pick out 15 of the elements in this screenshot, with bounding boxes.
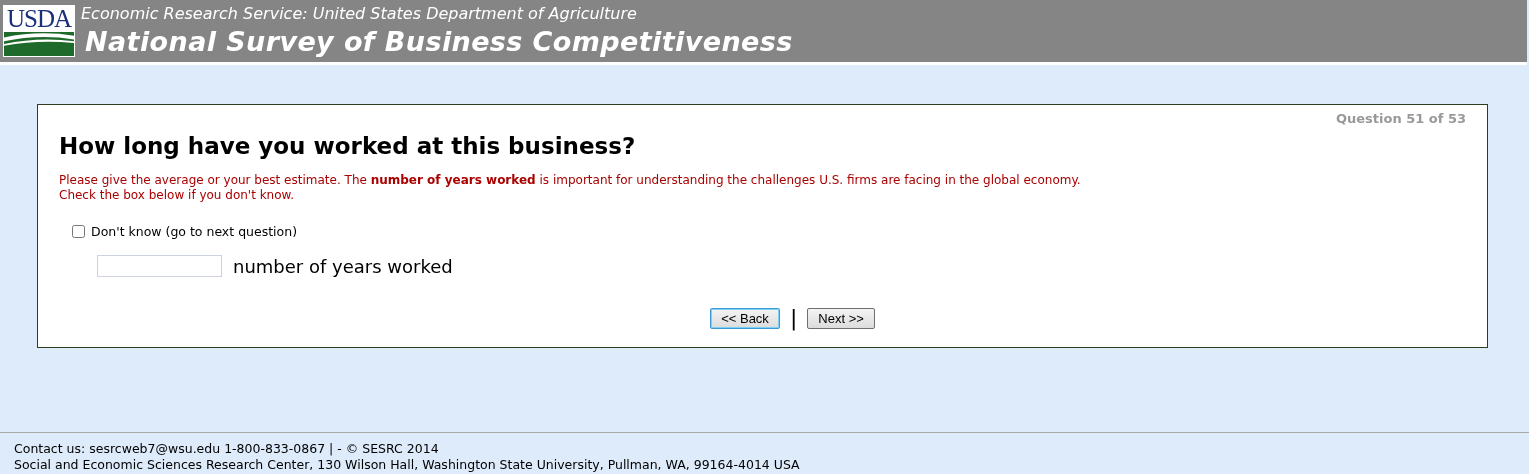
question-note: Check the box below if you don't know.	[59, 188, 296, 203]
unit-label: number of years worked	[233, 255, 453, 277]
question-instructions: Please give the average or your best estimate. The number of years worked is important for understanding the challenges U.S. firms are facing in the global economy.	[59, 173, 1082, 188]
nav-button[interactable]: << Back	[710, 307, 780, 329]
agency-name: Economic Research Service: United States Department of Agriculture	[81, 3, 638, 25]
question-title: How long have you worked at this business?	[59, 132, 637, 161]
contact-text: Contact us: sesrcweb7@wsu.edu 1-800-833-0867 | - © SESRC 2014	[14, 441, 440, 457]
survey-title: National Survey of Business Competitiveness	[84, 25, 793, 59]
years-input-field[interactable]	[97, 255, 222, 277]
address-text: Social and Economic Sciences Research Center, 130 Wilson Hall, Washington State University, Pullman, WA, 99164-4014 USA	[14, 457, 801, 473]
checkbox-label: Don't know (go to next question)	[91, 224, 297, 239]
nav-button[interactable]: Next >>	[807, 307, 875, 329]
separator: |	[789, 307, 798, 329]
logo-text: USDA	[6, 7, 72, 31]
dont-know-checkbox[interactable]	[72, 225, 85, 238]
